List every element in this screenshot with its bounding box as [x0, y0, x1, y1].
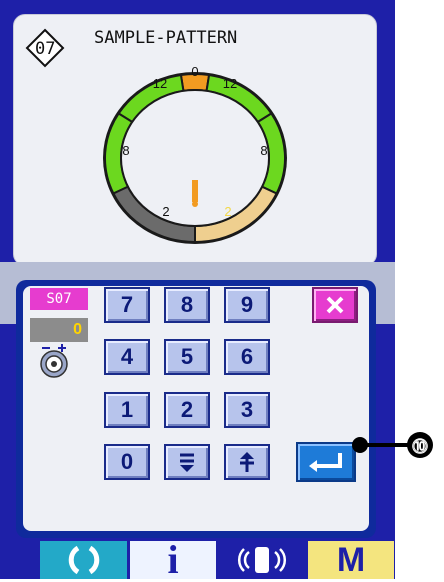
key-7[interactable]: 7: [104, 287, 150, 323]
enter-button[interactable]: [296, 442, 356, 482]
ring-segment-label: 12: [153, 76, 167, 91]
reset-icon: [68, 545, 99, 575]
key-3[interactable]: 3: [224, 392, 270, 428]
info-button[interactable]: i: [130, 537, 216, 582]
pattern-name: SAMPLE-PATTERN: [94, 28, 238, 48]
key-1[interactable]: 1: [104, 392, 150, 428]
ring-segment-label: 8: [260, 143, 267, 158]
callout-number: ⓾: [407, 432, 433, 458]
reset-button[interactable]: [40, 541, 127, 579]
handwheel-icon: [40, 344, 68, 378]
key-0[interactable]: 0: [104, 444, 150, 480]
ring-segment-label: 8: [122, 143, 129, 158]
key-8[interactable]: 8: [164, 287, 210, 323]
key-2[interactable]: 2: [164, 392, 210, 428]
increase-button[interactable]: [224, 444, 270, 480]
close-icon: [326, 296, 344, 314]
counter-code: S07: [30, 288, 88, 310]
ring-segment-label: 2: [224, 204, 231, 219]
key-5[interactable]: 5: [164, 339, 210, 375]
double-down-arrow-icon: [180, 453, 194, 472]
pattern-ring: 0 12 12 8 8 2 2: [103, 64, 287, 244]
enter-arrow-icon: [309, 453, 342, 472]
mode-button[interactable]: M: [308, 541, 394, 579]
plus-up-arrow-icon: [240, 452, 254, 472]
mode-label: M: [336, 540, 366, 579]
info-icon: i: [167, 537, 179, 582]
close-button[interactable]: [312, 287, 358, 323]
decrease-button[interactable]: [164, 444, 210, 480]
ring-segment-label: 2: [162, 204, 169, 219]
counter-value: 0: [30, 318, 88, 342]
needle-icon: [192, 180, 198, 207]
ring-segment-label: 0: [191, 64, 198, 79]
ring-segment-label: 12: [223, 76, 237, 91]
callout-dot: [352, 437, 368, 453]
communication-button[interactable]: [219, 541, 305, 579]
communication-icon: [237, 547, 287, 573]
key-4[interactable]: 4: [104, 339, 150, 375]
key-6[interactable]: 6: [224, 339, 270, 375]
key-9[interactable]: 9: [224, 287, 270, 323]
pattern-number-icon: 07: [25, 28, 65, 68]
pattern-number: 07: [35, 39, 55, 59]
